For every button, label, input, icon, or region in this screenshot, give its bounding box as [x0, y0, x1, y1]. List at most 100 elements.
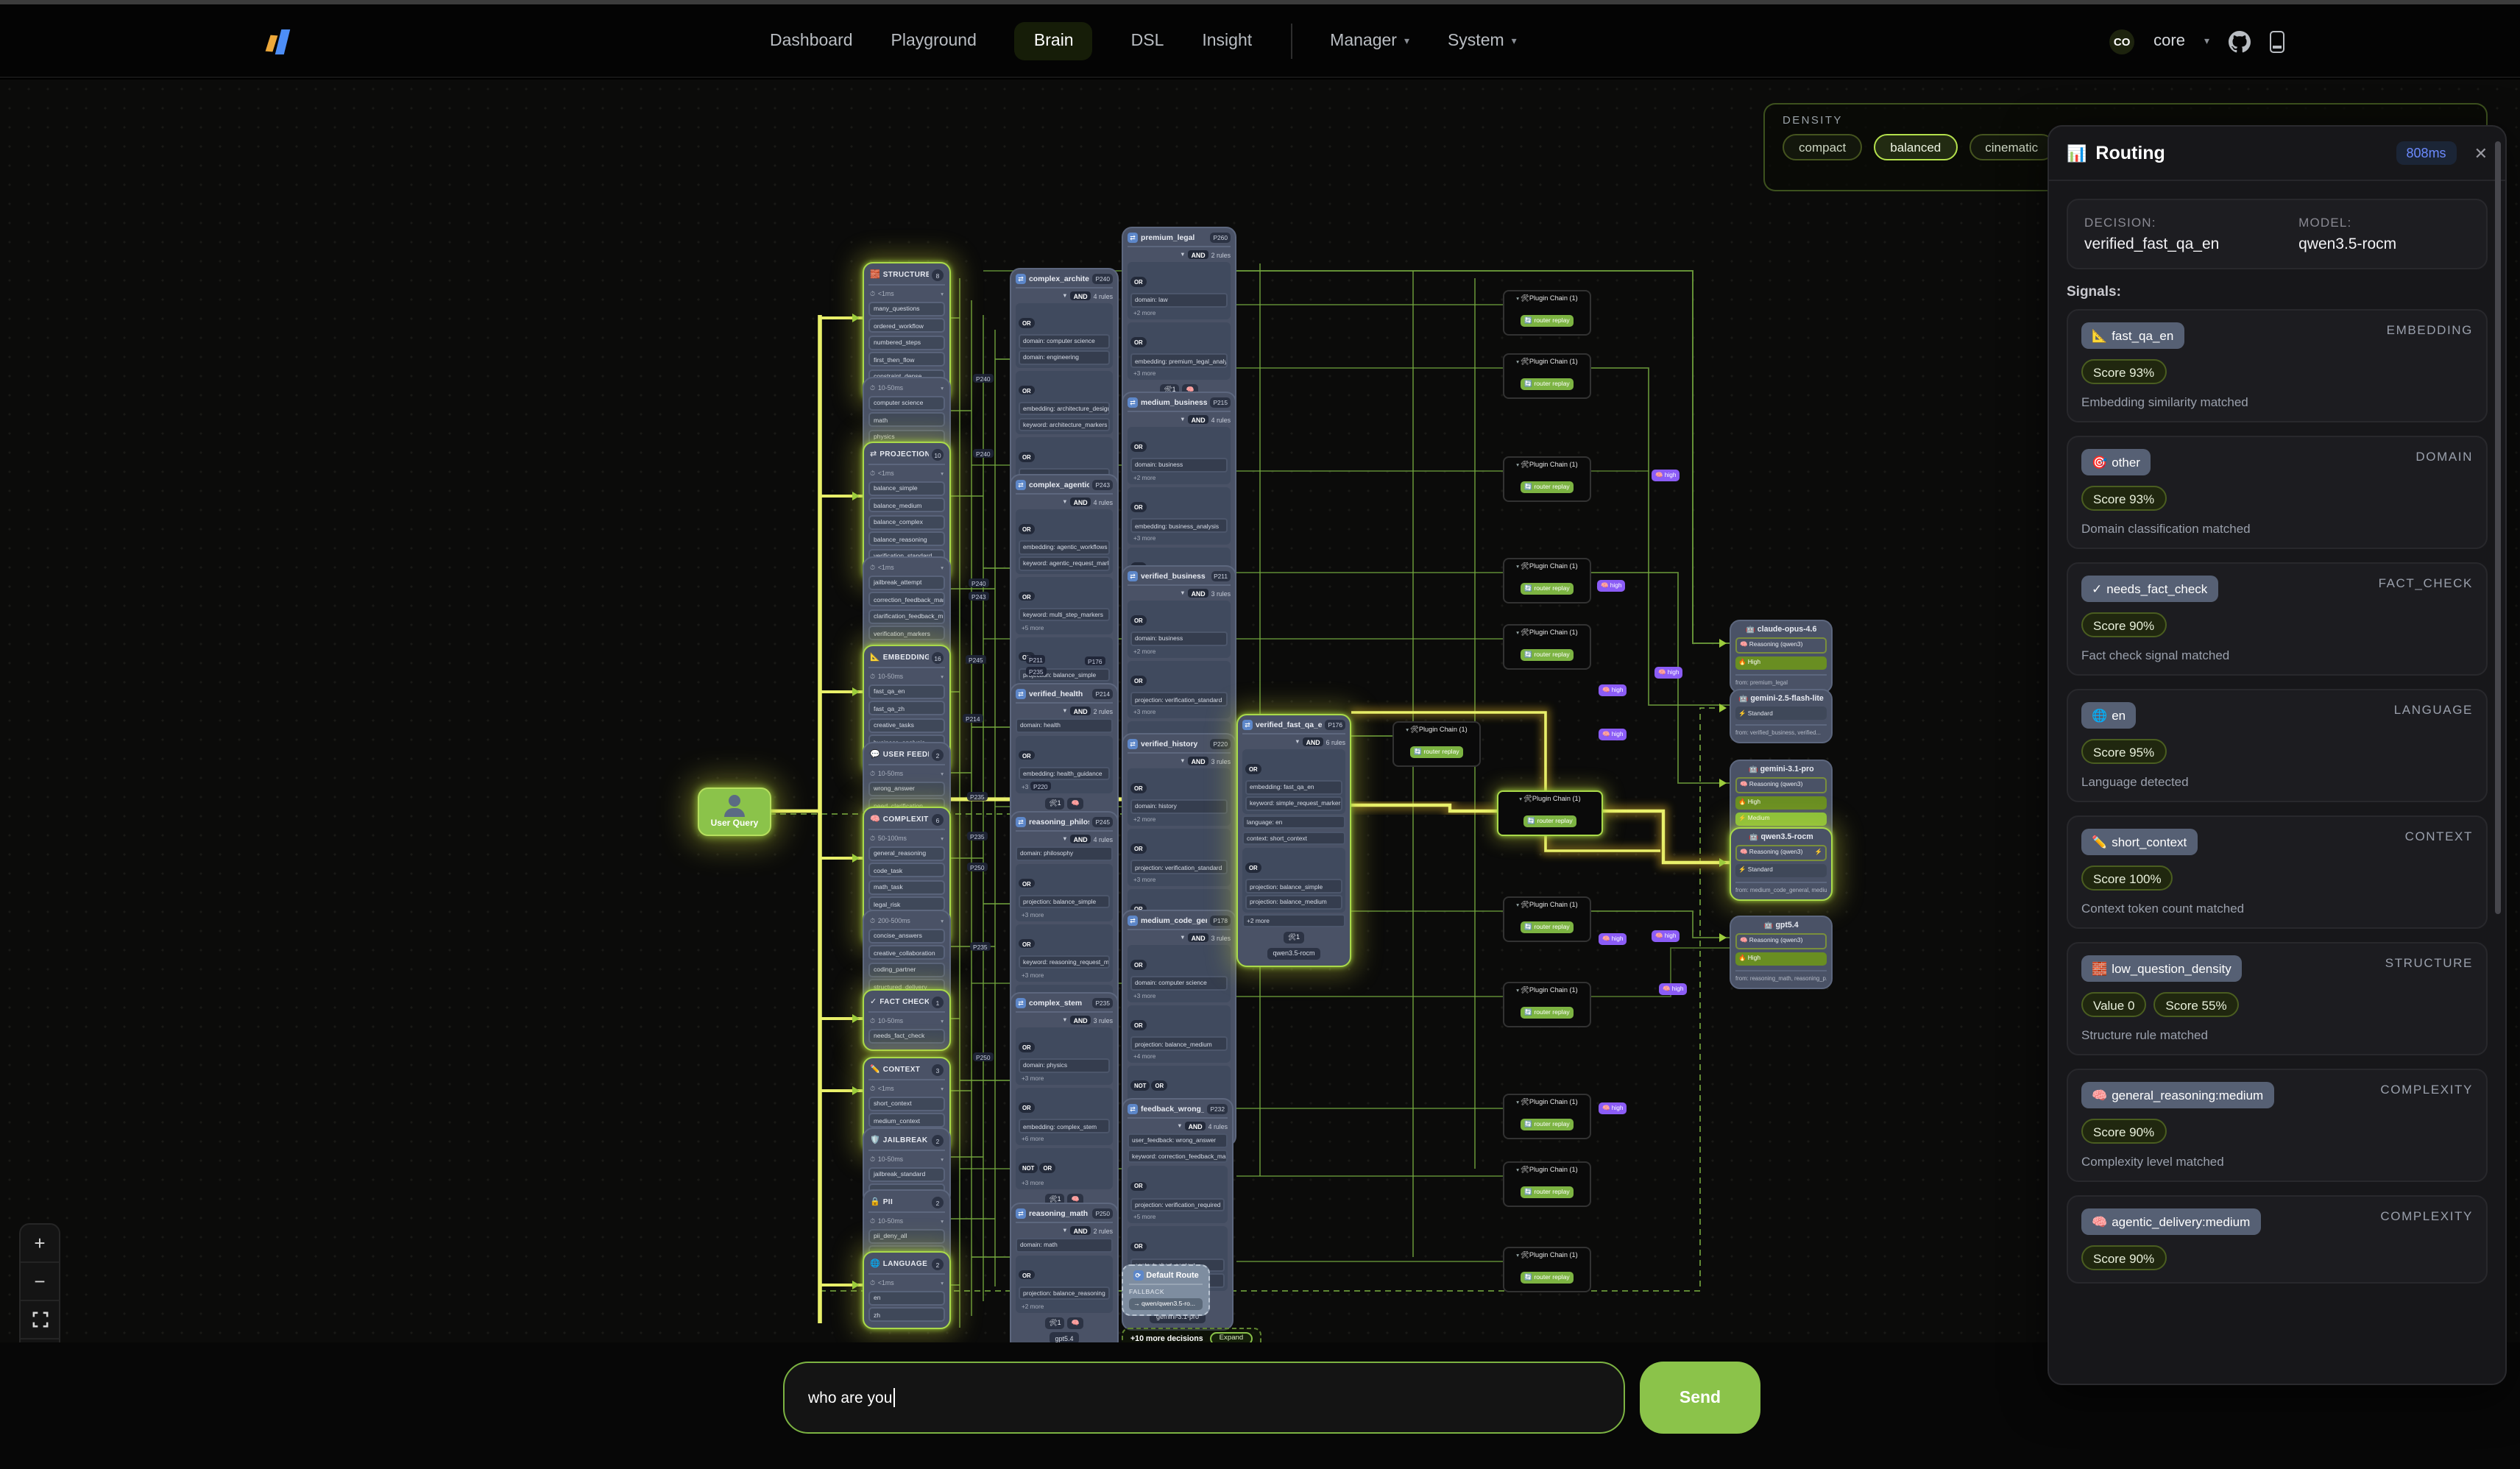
signal-icon: ✏️	[2092, 834, 2107, 850]
collapse-icon[interactable]: ▼	[1180, 417, 1186, 422]
plugin-chain-node[interactable]: ▾ 🛠Plugin Chain (1)🔄 router replay	[1503, 1094, 1591, 1139]
signal-item[interactable]: creative_tasks	[868, 718, 945, 733]
signal-item[interactable]: fast_qa_en	[868, 684, 945, 698]
signal-item[interactable]: jailbreak_standard	[868, 1167, 945, 1181]
panel-scrollbar[interactable]	[2495, 141, 2501, 914]
signal-item[interactable]: concise_answers	[868, 928, 945, 943]
nav-item-dashboard[interactable]: Dashboard	[770, 32, 853, 50]
collapse-icon[interactable]: ▼	[1180, 252, 1186, 258]
plugin-chain-node[interactable]: ▾ 🛠Plugin Chain (1)🔄 router replay	[1497, 790, 1603, 836]
rule-operator: OR	[1019, 592, 1035, 601]
nav-item-manager[interactable]: Manager▾	[1330, 32, 1409, 50]
collapse-icon[interactable]: ▼	[1062, 293, 1068, 299]
default-route-node[interactable]: ⟳Default Route FALLBACK → qwen/qwen3.5-r…	[1122, 1264, 1210, 1315]
signal-item[interactable]: computer science	[868, 395, 945, 410]
query-input[interactable]: who are you	[783, 1362, 1625, 1434]
signal-item[interactable]: creative_collaboration	[868, 945, 945, 960]
signal-item[interactable]: ordered_workflow	[868, 318, 945, 333]
plugin-chain-node[interactable]: ▾ 🛠Plugin Chain (1)🔄 router replay	[1503, 456, 1591, 502]
collapse-icon[interactable]: ▼	[1062, 499, 1068, 505]
signal-group-node-language[interactable]: 🌐LANGUAGE2⏱<1ms▾enzh	[863, 1251, 951, 1329]
signal-item[interactable]: balance_reasoning	[868, 532, 945, 547]
plugin-chain-node[interactable]: ▾ 🛠Plugin Chain (1)🔄 router replay	[1503, 1161, 1591, 1207]
route-node-verified_health[interactable]: ⇄verified_healthP214▼AND2 rulesdomain: h…	[1010, 683, 1119, 832]
signal-item[interactable]: first_then_flow	[868, 353, 945, 367]
signal-item[interactable]: en	[868, 1290, 945, 1305]
nav-item-dsl[interactable]: DSL	[1131, 32, 1164, 50]
signal-item[interactable]: zh	[868, 1307, 945, 1322]
signal-item[interactable]: wrong_answer	[868, 781, 945, 796]
signal-item[interactable]: pii_deny_all	[868, 1228, 945, 1243]
github-icon[interactable]	[2229, 30, 2251, 52]
route-node-verified_fast_qa_en[interactable]: ⇄verified_fast_qa_enP176▼AND6 rulesORemb…	[1236, 714, 1351, 967]
signal-item[interactable]: math	[868, 412, 945, 427]
plugin-chain-node[interactable]: ▾ 🛠Plugin Chain (1)🔄 router replay	[1503, 290, 1591, 336]
model-node-gpt5.4[interactable]: 🤖 gpt5.4🧠 Reasoning (qwen3)🔥 Highfrom: r…	[1730, 916, 1833, 988]
expand-button[interactable]: Expand	[1211, 1332, 1253, 1342]
route-node-reasoning_math[interactable]: ⇄reasoning_mathP250▼AND2 rulesdomain: ma…	[1010, 1203, 1119, 1342]
plugin-chain-node[interactable]: ▾ 🛠Plugin Chain (1)🔄 router replay	[1503, 353, 1591, 399]
zoom-in-button[interactable]: +	[21, 1225, 59, 1263]
density-option-balanced[interactable]: balanced	[1874, 134, 1957, 160]
signal-category: FACT_CHECK	[2379, 576, 2473, 590]
zoom-out-button[interactable]: −	[21, 1263, 59, 1301]
signal-item[interactable]: short_context	[868, 1096, 945, 1111]
edge-priority-label: P243	[969, 592, 989, 601]
collapse-icon[interactable]: ▼	[1180, 758, 1186, 764]
collapse-icon[interactable]: ▼	[1295, 739, 1300, 745]
collapse-icon[interactable]: ▼	[1180, 935, 1186, 941]
collapse-icon[interactable]: ▼	[1062, 1017, 1068, 1023]
close-icon[interactable]: ✕	[2474, 144, 2488, 163]
signal-item[interactable]: general_reasoning	[868, 846, 945, 860]
collapse-icon[interactable]: ▼	[1062, 836, 1068, 842]
plugin-chain-node[interactable]: ▾ 🛠Plugin Chain (1)🔄 router replay	[1503, 624, 1591, 670]
signal-item[interactable]: code_task	[868, 863, 945, 877]
account-name[interactable]: core	[2153, 32, 2185, 50]
signal-item[interactable]: balance_simple	[868, 481, 945, 495]
density-option-compact[interactable]: compact	[1783, 134, 1862, 160]
signal-item[interactable]: verification_markers	[868, 626, 945, 641]
signal-item[interactable]: balance_medium	[868, 498, 945, 512]
user-query-node[interactable]: User Query	[698, 787, 771, 836]
signal-item[interactable]: clarification_feedback_markers	[868, 609, 945, 624]
plugin-chain-node[interactable]: ▾ 🛠Plugin Chain (1)🔄 router replay	[1503, 982, 1591, 1027]
plugin-chain-node[interactable]: ▾ 🛠Plugin Chain (1)🔄 router replay	[1503, 1247, 1591, 1292]
signal-item[interactable]: coding_partner	[868, 963, 945, 977]
signal-group-node-fact-check[interactable]: ✓FACT CHECK1⏱10-50ms▾needs_fact_check	[863, 989, 951, 1050]
model-node-gemini-2.5-flash-lite[interactable]: 🤖 gemini-2.5-flash-lite⚡ Standardfrom: v…	[1730, 689, 1833, 743]
default-route-icon: ⟳	[1133, 1270, 1143, 1281]
route-node-complex_stem[interactable]: ⇄complex_stemP235▼AND3 rulesORdomain: ph…	[1010, 992, 1119, 1229]
signal-item[interactable]: math_task	[868, 880, 945, 895]
avatar[interactable]: CO	[2109, 29, 2134, 54]
nav-item-system[interactable]: System▾	[1448, 32, 1517, 50]
plugin-chain-node[interactable]: ▾ 🛠Plugin Chain (1)🔄 router replay	[1392, 721, 1481, 767]
collapse-icon[interactable]: ▼	[1062, 708, 1068, 714]
route-node-premium_legal[interactable]: ⇄premium_legalP260▼AND2 rulesORdomain: l…	[1122, 227, 1236, 419]
plugin-chain-node[interactable]: ▾ 🛠Plugin Chain (1)🔄 router replay	[1503, 896, 1591, 942]
account-chevron-down-icon[interactable]: ▾	[2204, 35, 2209, 47]
signal-item[interactable]: jailbreak_attempt	[868, 575, 945, 590]
model-node-qwen3.5-rocm[interactable]: 🤖 qwen3.5-rocm🧠 Reasoning (qwen3)⚡⚡ Stan…	[1730, 827, 1833, 900]
signal-item[interactable]: needs_fact_check	[868, 1028, 945, 1043]
signal-item[interactable]: numbered_steps	[868, 336, 945, 350]
nav-item-brain[interactable]: Brain	[1015, 22, 1093, 60]
collapse-icon[interactable]: ▼	[1062, 1228, 1068, 1233]
signal-item[interactable]: fast_qa_zh	[868, 701, 945, 715]
signal-item[interactable]: medium_context	[868, 1113, 945, 1128]
collapse-icon[interactable]: ▼	[1180, 590, 1186, 596]
density-option-cinematic[interactable]: cinematic	[1969, 134, 2054, 160]
send-button[interactable]: Send	[1640, 1362, 1760, 1434]
signal-item[interactable]: correction_feedback_markers	[868, 592, 945, 606]
rule-group: ORembedding: agentic_workflowskeyword: a…	[1016, 509, 1113, 573]
nav-item-playground[interactable]: Playground	[891, 32, 977, 50]
fit-view-button[interactable]	[21, 1301, 59, 1339]
collapse-icon[interactable]: ▼	[1177, 1123, 1183, 1129]
signal-item[interactable]: balance_complex	[868, 515, 945, 530]
rule-group: ORdomain: history+2 more	[1128, 768, 1231, 826]
app-logo-icon[interactable]	[266, 28, 293, 56]
nav-item-insight[interactable]: Insight	[1202, 32, 1252, 50]
plugin-chain-node[interactable]: ▾ 🛠Plugin Chain (1)🔄 router replay	[1503, 558, 1591, 603]
signal-item[interactable]: many_questions	[868, 301, 945, 316]
mobile-device-icon[interactable]	[2270, 30, 2284, 52]
model-node-claude-opus-4.6[interactable]: 🤖 claude-opus-4.6🧠 Reasoning (qwen3)🔥 Hi…	[1730, 620, 1833, 693]
